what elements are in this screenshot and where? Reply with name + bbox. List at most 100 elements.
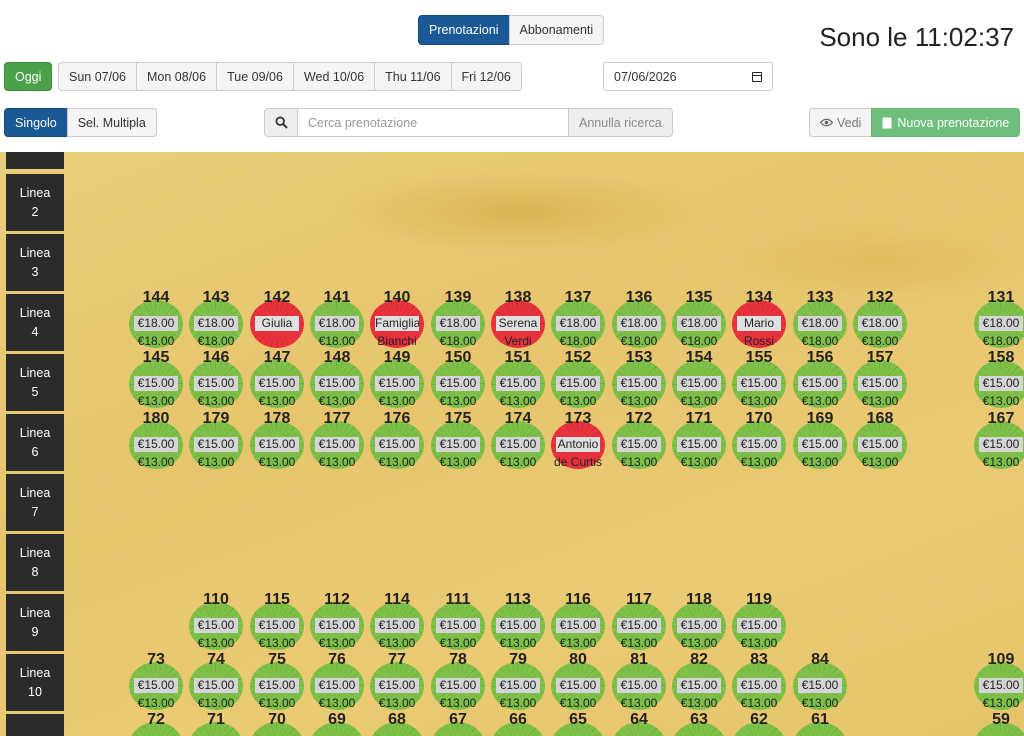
umbrella[interactable]: 156 €15.00 €13.00: [791, 349, 849, 410]
umbrella[interactable]: 63: [670, 711, 728, 736]
umbrella-booked[interactable]: 134 Mario Rossi: [730, 289, 788, 350]
umbrella[interactable]: 143 €18.00 €18.00: [187, 289, 245, 350]
today-button[interactable]: Oggi: [4, 62, 53, 91]
umbrella[interactable]: 155 €15.00 €13.00: [730, 349, 788, 410]
umbrella[interactable]: 72: [127, 711, 185, 736]
tab-abbonamenti[interactable]: Abbonamenti: [508, 15, 605, 45]
umbrella[interactable]: 115 €15.00 €13.00: [248, 591, 306, 652]
umbrella[interactable]: 179 €15.00 €13.00: [187, 410, 245, 471]
umbrella[interactable]: 144 €18.00 €18.00: [127, 289, 185, 350]
search-input[interactable]: [298, 108, 569, 137]
umbrella[interactable]: 141 €18.00 €18.00: [308, 289, 366, 350]
umbrella[interactable]: 152 €15.00 €13.00: [549, 349, 607, 410]
umbrella[interactable]: 81 €15.00 €13.00: [610, 651, 668, 712]
multi-select-button[interactable]: Sel. Multipla: [66, 108, 157, 137]
umbrella[interactable]: 175 €15.00 €13.00: [429, 410, 487, 471]
umbrella[interactable]: 150 €15.00 €13.00: [429, 349, 487, 410]
umbrella[interactable]: 180 €15.00 €13.00: [127, 410, 185, 471]
umbrella[interactable]: 83 €15.00 €13.00: [730, 651, 788, 712]
umbrella-booked[interactable]: 138 Serena Verdi: [489, 289, 547, 350]
umbrella[interactable]: 65: [549, 711, 607, 736]
umbrella[interactable]: 62: [730, 711, 788, 736]
umbrella[interactable]: 113 €15.00 €13.00: [489, 591, 547, 652]
umbrella[interactable]: 117 €15.00 €13.00: [610, 591, 668, 652]
umbrella[interactable]: 136 €18.00 €18.00: [610, 289, 668, 350]
umbrella[interactable]: 71: [187, 711, 245, 736]
umbrella[interactable]: 147 €15.00 €13.00: [248, 349, 306, 410]
day-button[interactable]: Mon 08/06: [136, 62, 218, 91]
cancel-search-button[interactable]: Annulla ricerca: [569, 108, 673, 137]
single-mode-button[interactable]: Singolo: [4, 108, 68, 137]
umbrella[interactable]: 167 €15.00 €13.00: [972, 410, 1024, 471]
tab-prenotazioni[interactable]: Prenotazioni: [418, 15, 510, 45]
umbrella[interactable]: 114 €15.00 €13.00: [368, 591, 426, 652]
umbrella[interactable]: 169 €15.00 €13.00: [791, 410, 849, 471]
row-label-word: Linea: [19, 545, 51, 560]
umbrella[interactable]: 116 €15.00 €13.00: [549, 591, 607, 652]
umbrella-price: €18.00: [436, 316, 480, 331]
view-button[interactable]: Vedi: [809, 108, 873, 137]
umbrella[interactable]: 76 €15.00 €13.00: [308, 651, 366, 712]
umbrella[interactable]: 158 €15.00 €13.00: [972, 349, 1024, 410]
umbrella[interactable]: 177 €15.00 €13.00: [308, 410, 366, 471]
umbrella[interactable]: 111 €15.00 €13.00: [429, 591, 487, 652]
umbrella[interactable]: 119 €15.00 €13.00: [730, 591, 788, 652]
umbrella[interactable]: 68: [368, 711, 426, 736]
day-button[interactable]: Thu 11/06: [374, 62, 452, 91]
umbrella[interactable]: 171 €15.00 €13.00: [670, 410, 728, 471]
umbrella[interactable]: 80 €15.00 €13.00: [549, 651, 607, 712]
umbrella[interactable]: 168 €15.00 €13.00: [851, 410, 909, 471]
umbrella[interactable]: 132 €18.00 €18.00: [851, 289, 909, 350]
umbrella[interactable]: 64: [610, 711, 668, 736]
umbrella[interactable]: 135 €18.00 €18.00: [670, 289, 728, 350]
umbrella[interactable]: 172 €15.00 €13.00: [610, 410, 668, 471]
umbrella[interactable]: 79 €15.00 €13.00: [489, 651, 547, 712]
umbrella[interactable]: 149 €15.00 €13.00: [368, 349, 426, 410]
umbrella[interactable]: 61: [791, 711, 849, 736]
row-label-word: Linea: [19, 665, 51, 680]
umbrella[interactable]: 73 €15.00 €13.00: [127, 651, 185, 712]
date-picker[interactable]: 07/06/2026: [603, 62, 773, 91]
umbrella[interactable]: 137 €18.00 €18.00: [549, 289, 607, 350]
umbrella[interactable]: 66: [489, 711, 547, 736]
umbrella[interactable]: 146 €15.00 €13.00: [187, 349, 245, 410]
umbrella[interactable]: 133 €18.00 €18.00: [791, 289, 849, 350]
umbrella[interactable]: 139 €18.00 €18.00: [429, 289, 487, 350]
umbrella[interactable]: 59: [972, 711, 1024, 736]
umbrella[interactable]: 84 €15.00 €13.00: [791, 651, 849, 712]
umbrella[interactable]: 131 €18.00 €18.00: [972, 289, 1024, 350]
umbrella[interactable]: 174 €15.00 €13.00: [489, 410, 547, 471]
umbrella[interactable]: 74 €15.00 €13.00: [187, 651, 245, 712]
umbrella[interactable]: 67: [429, 711, 487, 736]
umbrella[interactable]: 148 €15.00 €13.00: [308, 349, 366, 410]
day-button[interactable]: Fri 12/06: [450, 62, 522, 91]
umbrella[interactable]: 82 €15.00 €13.00: [670, 651, 728, 712]
umbrella-booked[interactable]: 173 Antonio de Curtis: [549, 410, 607, 471]
umbrella[interactable]: 118 €15.00 €13.00: [670, 591, 728, 652]
umbrella-booked[interactable]: 140 Famiglia Bianchi: [368, 289, 426, 350]
umbrella[interactable]: 151 €15.00 €13.00: [489, 349, 547, 410]
umbrella[interactable]: 154 €15.00 €13.00: [670, 349, 728, 410]
umbrella[interactable]: 78 €15.00 €13.00: [429, 651, 487, 712]
umbrella[interactable]: 109 €15.00 €13.00: [972, 651, 1024, 712]
umbrella[interactable]: 77 €15.00 €13.00: [368, 651, 426, 712]
umbrella[interactable]: 112 €15.00 €13.00: [308, 591, 366, 652]
umbrella[interactable]: 157 €15.00 €13.00: [851, 349, 909, 410]
day-button[interactable]: Tue 09/06: [216, 62, 294, 91]
umbrella[interactable]: 145 €15.00 €13.00: [127, 349, 185, 410]
day-button[interactable]: Sun 07/06: [58, 62, 137, 91]
umbrella-number: 174: [504, 410, 532, 427]
search-icon[interactable]: [264, 108, 298, 137]
umbrella[interactable]: 70: [248, 711, 306, 736]
umbrella[interactable]: 176 €15.00 €13.00: [368, 410, 426, 471]
umbrella[interactable]: 75 €15.00 €13.00: [248, 651, 306, 712]
umbrella-booked[interactable]: 142 Giulia: [248, 289, 306, 350]
umbrella[interactable]: 178 €15.00 €13.00: [248, 410, 306, 471]
umbrella[interactable]: 110 €15.00 €13.00: [187, 591, 245, 652]
umbrella[interactable]: 170 €15.00 €13.00: [730, 410, 788, 471]
umbrella[interactable]: 153 €15.00 €13.00: [610, 349, 668, 410]
calendar-icon[interactable]: [752, 71, 762, 82]
day-button[interactable]: Wed 10/06: [292, 62, 376, 91]
new-booking-button[interactable]: Nuova prenotazione: [871, 108, 1021, 137]
umbrella[interactable]: 69: [308, 711, 366, 736]
